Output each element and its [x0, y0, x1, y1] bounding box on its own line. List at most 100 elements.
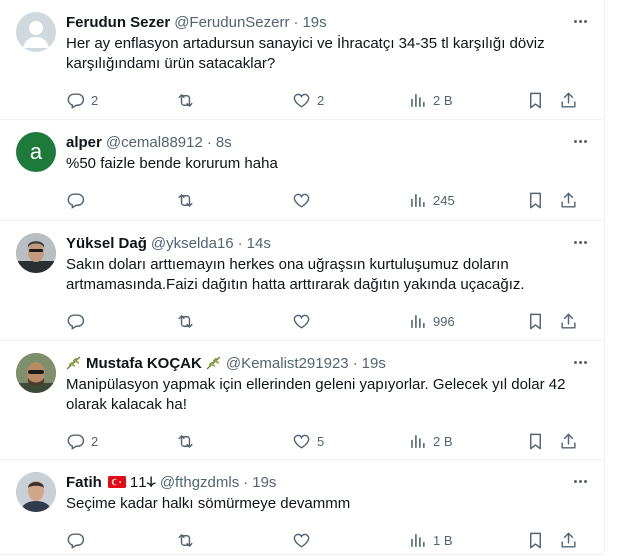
tweet-text: Manipülasyon yapmak için ellerinden gele…: [66, 376, 570, 413]
share-button[interactable]: [559, 191, 578, 210]
tweet[interactable]: Fatih 1𐰸1 @fthgzdmls · 19s Seçime kadar …: [0, 460, 604, 555]
tweet-text: %50 faizle bende korurum haha: [66, 155, 278, 172]
share-button[interactable]: [559, 91, 578, 110]
bookmark-button[interactable]: [526, 91, 545, 110]
retweet-icon: [176, 91, 195, 110]
tweet[interactable]: a alper @cemal88912 · 8s %50 faizle bend…: [0, 120, 604, 221]
retweet-icon: [176, 312, 195, 331]
views-button[interactable]: 2 B: [408, 432, 526, 451]
view-count: 2 B: [433, 433, 453, 449]
reply-button[interactable]: [66, 312, 176, 331]
like-button[interactable]: [292, 312, 408, 331]
tweet[interactable]: Ferudun Sezer @FerudunSezerr · 19s Her a…: [0, 0, 604, 120]
like-button[interactable]: 5: [292, 432, 408, 451]
reply-icon: [66, 312, 85, 331]
share-button[interactable]: [559, 432, 578, 451]
avatar[interactable]: [16, 12, 56, 52]
reply-button[interactable]: [66, 531, 176, 550]
view-count: 2 B: [433, 92, 453, 108]
retweet-button[interactable]: [176, 432, 292, 451]
share-icon: [559, 531, 578, 550]
bookmark-icon: [526, 312, 545, 331]
like-count: 2: [317, 92, 325, 108]
olive-branch-icon: [206, 356, 221, 370]
timestamp[interactable]: 19s: [362, 355, 386, 372]
view-count: 996: [433, 313, 455, 329]
more-icon[interactable]: [570, 474, 590, 488]
reply-button[interactable]: 2: [66, 91, 176, 110]
timestamp[interactable]: 8s: [216, 134, 232, 151]
bookmark-icon: [526, 191, 545, 210]
like-button[interactable]: [292, 191, 408, 210]
separator-dot: ·: [352, 354, 358, 372]
reply-button[interactable]: 2: [66, 432, 176, 451]
timeline: Ferudun Sezer @FerudunSezerr · 19s Her a…: [0, 0, 605, 555]
more-icon[interactable]: [570, 235, 590, 249]
views-button[interactable]: 2 B: [408, 91, 526, 110]
retweet-icon: [176, 531, 195, 550]
reply-button[interactable]: [66, 191, 176, 210]
like-button[interactable]: 2: [292, 91, 408, 110]
author-name[interactable]: Fatih: [66, 474, 102, 491]
avatar[interactable]: [16, 472, 56, 512]
bookmark-button[interactable]: [526, 191, 545, 210]
views-icon: [408, 432, 427, 451]
more-icon[interactable]: [570, 14, 590, 28]
avatar[interactable]: a: [16, 132, 56, 172]
tweet[interactable]: Mustafa KOÇAK @Kemalist291923 · 19s Mani…: [0, 341, 604, 460]
retweet-button[interactable]: [176, 312, 292, 331]
views-icon: [408, 191, 427, 210]
separator-dot: ·: [243, 473, 249, 491]
views-button[interactable]: 1 B: [408, 531, 526, 550]
like-button[interactable]: [292, 531, 408, 550]
tweet-text: Seçime kadar halkı sömürmeye devammm: [66, 495, 351, 512]
like-icon: [292, 531, 311, 550]
views-button[interactable]: 996: [408, 312, 526, 331]
author-handle[interactable]: @fthgzdmls: [160, 474, 239, 491]
author-name[interactable]: Ferudun Sezer: [66, 14, 170, 31]
timestamp[interactable]: 19s: [252, 474, 276, 491]
author-name-suffix[interactable]: 1𐰸1: [130, 472, 156, 492]
photo-avatar-icon: [16, 353, 56, 393]
bookmark-button[interactable]: [526, 432, 545, 451]
timestamp[interactable]: 19s: [302, 14, 326, 31]
view-count: 1 B: [433, 532, 453, 548]
more-icon[interactable]: [570, 134, 590, 148]
avatar-letter: a: [29, 139, 43, 164]
views-icon: [408, 531, 427, 550]
photo-avatar-icon: [16, 472, 56, 512]
bookmark-icon: [526, 91, 545, 110]
avatar[interactable]: [16, 233, 56, 273]
author-name[interactable]: alper: [66, 134, 102, 151]
retweet-button[interactable]: [176, 91, 292, 110]
timestamp[interactable]: 14s: [247, 235, 271, 252]
retweet-icon: [176, 191, 195, 210]
author-handle[interactable]: @Kemalist291923: [226, 355, 349, 372]
more-icon[interactable]: [570, 355, 590, 369]
retweet-button[interactable]: [176, 191, 292, 210]
share-button[interactable]: [559, 312, 578, 331]
retweet-button[interactable]: [176, 531, 292, 550]
author-handle[interactable]: @FerudunSezerr: [174, 14, 289, 31]
tweet[interactable]: Yüksel Dağ @ykselda16 · 14s Sakın doları…: [0, 221, 604, 341]
bookmark-icon: [526, 531, 545, 550]
author-handle[interactable]: @ykselda16: [151, 235, 234, 252]
olive-branch-icon: [66, 356, 81, 370]
share-icon: [559, 91, 578, 110]
turkey-flag-icon: [107, 476, 126, 488]
bookmark-button[interactable]: [526, 312, 545, 331]
reply-icon: [66, 432, 85, 451]
avatar[interactable]: [16, 353, 56, 393]
retweet-icon: [176, 432, 195, 451]
share-button[interactable]: [559, 531, 578, 550]
bookmark-button[interactable]: [526, 531, 545, 550]
separator-dot: ·: [237, 234, 243, 252]
author-name[interactable]: Yüksel Dağ: [66, 235, 147, 252]
views-button[interactable]: 245: [408, 191, 526, 210]
author-name[interactable]: Mustafa KOÇAK: [86, 355, 202, 372]
share-icon: [559, 432, 578, 451]
view-count: 245: [433, 192, 455, 208]
reply-icon: [66, 91, 85, 110]
reply-count: 2: [91, 92, 99, 108]
author-handle[interactable]: @cemal88912: [106, 134, 203, 151]
